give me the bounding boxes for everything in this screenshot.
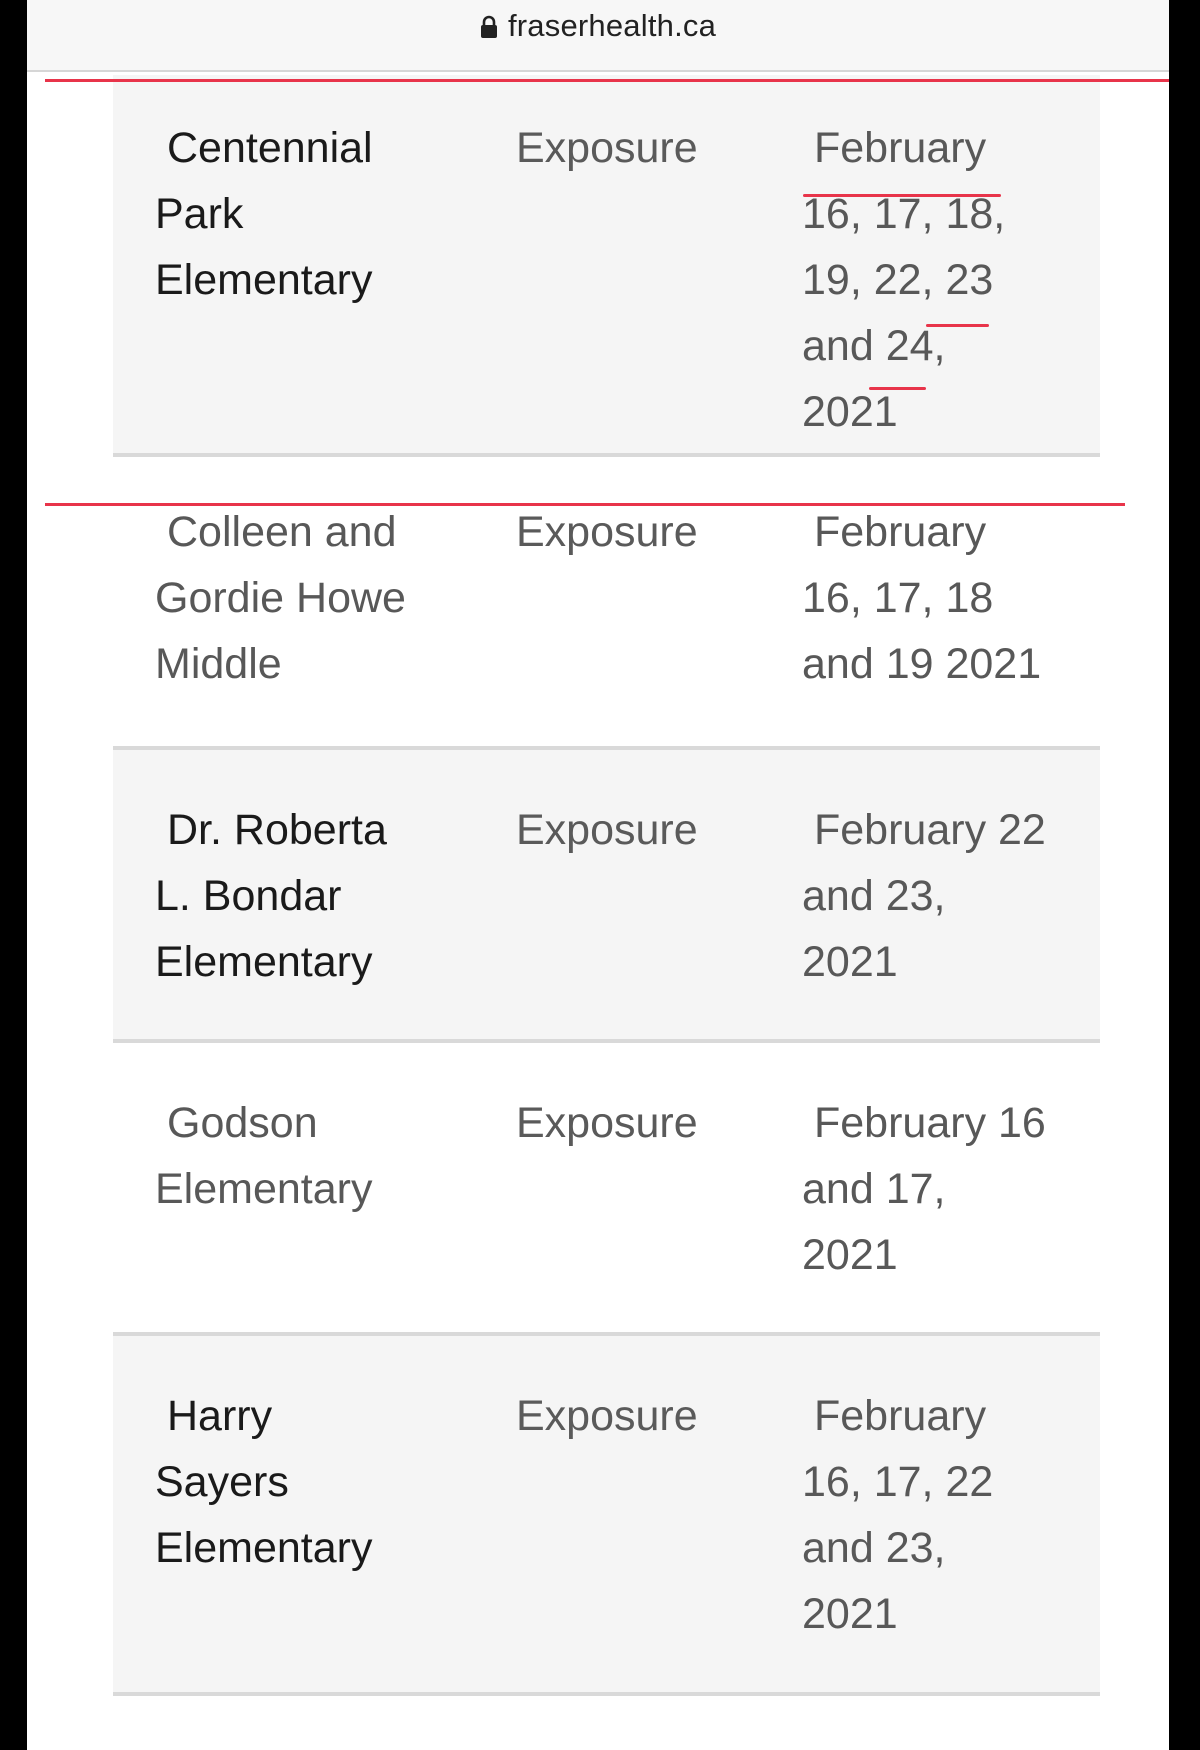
exposure-type: Exposure bbox=[516, 124, 698, 172]
school-name: Harry Sayers Elementary bbox=[155, 1392, 373, 1572]
underline-annotation bbox=[926, 324, 989, 327]
exposure-type: Exposure bbox=[516, 1099, 698, 1147]
highlight-line-top bbox=[45, 79, 1169, 82]
exposure-type: Exposure bbox=[516, 806, 698, 854]
underline-annotation bbox=[869, 387, 926, 390]
table-row: Harry Sayers Elementary Exposure Februar… bbox=[113, 1336, 1100, 1696]
address-bar[interactable]: fraserhealth.ca bbox=[27, 0, 1169, 72]
table-row: Dr. Roberta L. Bondar Elementary Exposur… bbox=[113, 750, 1100, 1043]
exposure-type: Exposure bbox=[516, 508, 698, 556]
table-row: Centennial Park Elementary Exposure Febr… bbox=[113, 75, 1100, 457]
exposure-type: Exposure bbox=[516, 1392, 698, 1440]
school-name: Godson Elementary bbox=[155, 1099, 373, 1213]
table-row: Godson Elementary Exposure February 16 a… bbox=[113, 1043, 1100, 1336]
exposure-dates: February 16, 17, 18, 19, 22, 23 and 24, … bbox=[802, 124, 1006, 436]
table-row: Colleen and Gordie Howe Middle Exposure … bbox=[113, 457, 1100, 750]
lock-icon bbox=[480, 15, 497, 38]
school-name: Dr. Roberta L. Bondar Elementary bbox=[155, 806, 387, 986]
school-name: Colleen and Gordie Howe Middle bbox=[155, 508, 406, 688]
browser-viewport: fraserhealth.ca Centennial Park Elementa… bbox=[27, 0, 1169, 1750]
exposure-table: Centennial Park Elementary Exposure Febr… bbox=[113, 75, 1100, 1696]
exposure-dates: February 16 and 17, 2021 bbox=[802, 1099, 1046, 1279]
url-text: fraserhealth.ca bbox=[507, 8, 717, 43]
exposure-dates: February 16, 17, 18 and 19 2021 bbox=[802, 508, 1042, 688]
highlight-line-bottom bbox=[45, 503, 1125, 506]
school-name: Centennial Park Elementary bbox=[155, 124, 373, 304]
exposure-dates: February 16, 17, 22 and 23, 2021 bbox=[802, 1392, 994, 1638]
underline-annotation bbox=[803, 194, 1001, 197]
exposure-dates: February 22 and 23, 2021 bbox=[802, 806, 1046, 986]
url-display[interactable]: fraserhealth.ca bbox=[27, 8, 1169, 44]
